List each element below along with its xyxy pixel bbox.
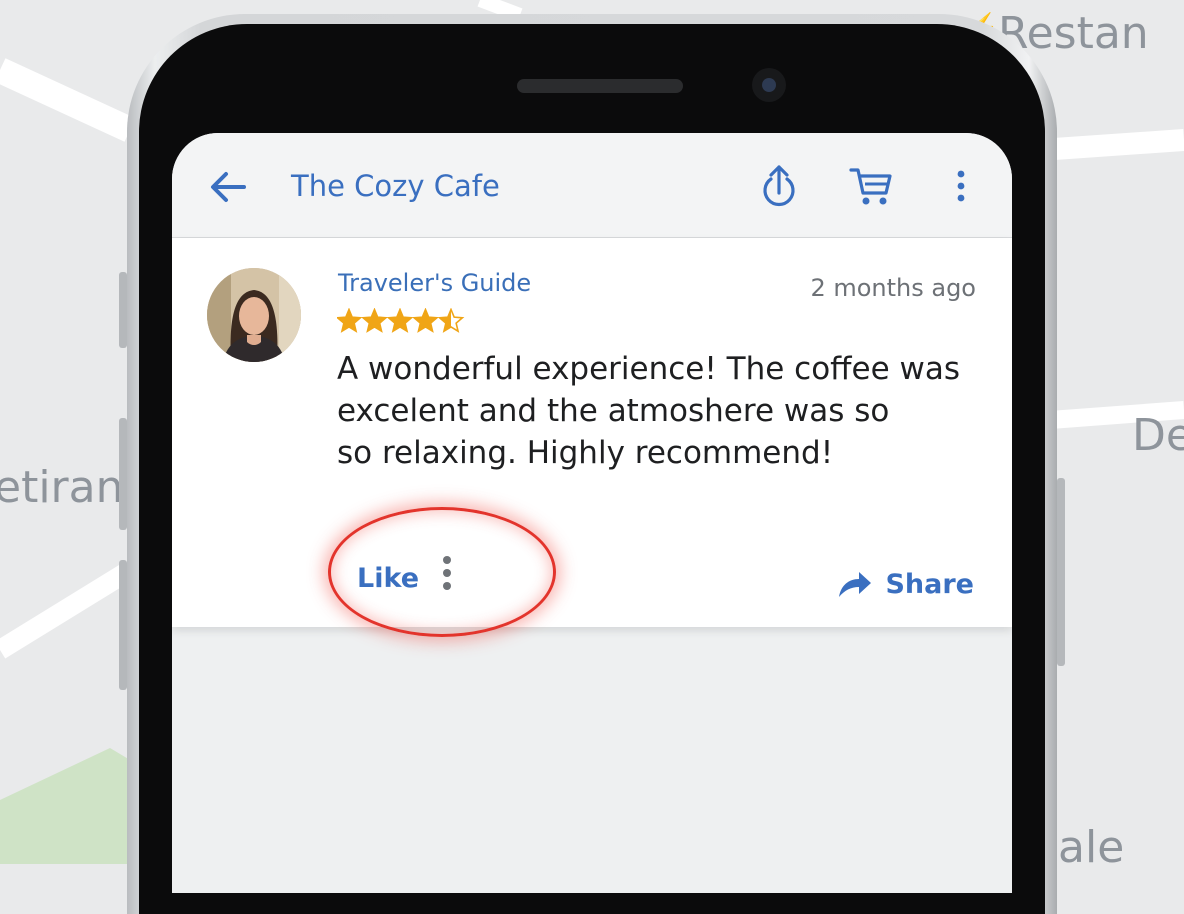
phone-side-button [119,418,127,530]
map-label: ale [1058,822,1125,864]
avatar[interactable] [207,268,301,362]
review-timestamp: 2 months ago [810,274,976,302]
star-icon [361,307,388,333]
star-icon [437,307,465,333]
phone-camera [752,68,786,102]
page-title: The Cozy Cafe [291,169,500,203]
phone-speaker [517,79,683,93]
review-author[interactable]: Traveler's Guide [338,269,531,297]
map-label: etiran [0,462,124,513]
share-upload-icon[interactable] [757,163,801,209]
star-rating [335,307,467,334]
phone-side-button [1057,478,1065,666]
share-button[interactable]: Share [837,564,974,604]
share-label: Share [885,568,974,600]
phone-side-button [119,272,127,348]
share-arrow-icon [839,572,872,597]
star-icon [386,307,414,333]
review-card: Traveler's Guide 2 months ago A wonderfu… [172,238,1012,627]
phone-side-button [119,560,127,690]
phone-screen: The Cozy Cafe Traveler's Guide 2 months … [172,133,1012,893]
highlight-annotation [328,507,556,637]
app-bar: The Cozy Cafe [172,133,1012,238]
star-icon [335,307,363,333]
star-icon [412,307,439,333]
back-arrow-icon[interactable] [206,165,250,209]
map-label: De [1132,410,1184,461]
review-text: A wonderful experience! The coffee was e… [337,351,961,471]
cart-icon[interactable] [848,163,892,209]
more-vert-icon[interactable] [946,163,990,209]
